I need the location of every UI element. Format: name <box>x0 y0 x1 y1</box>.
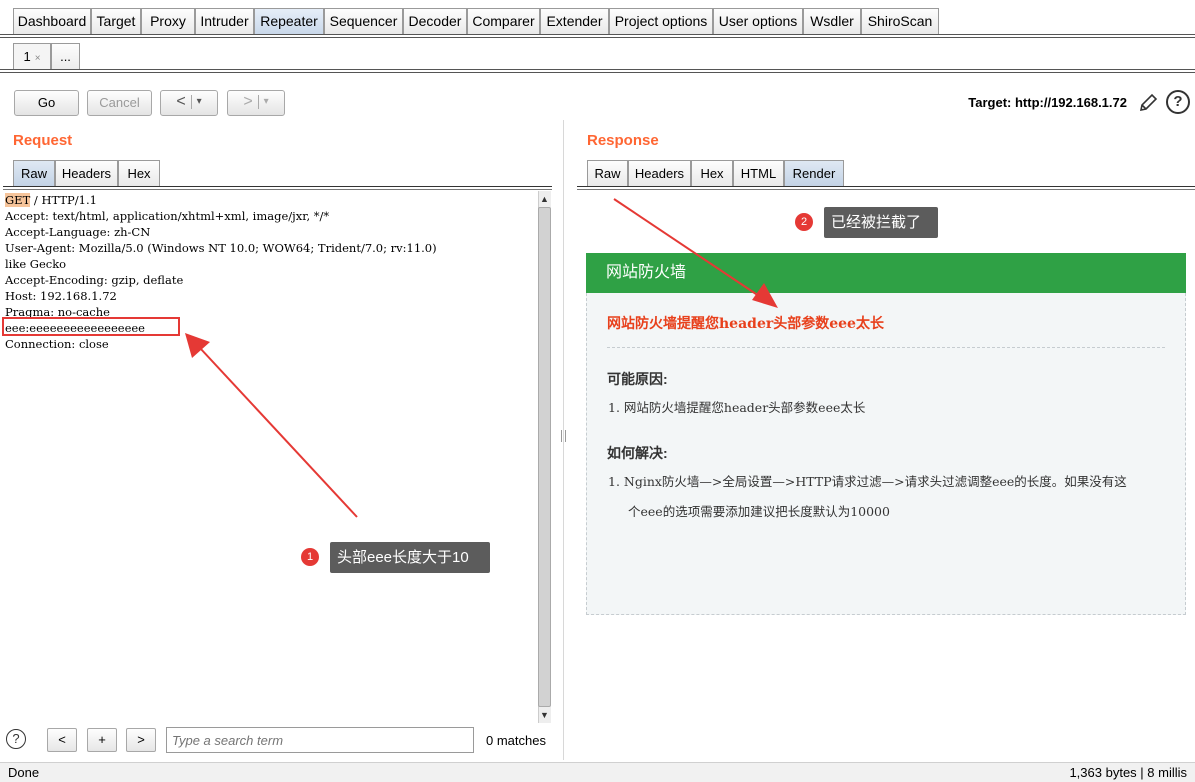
callout-1-text: 头部eee长度大于10 <box>330 542 490 573</box>
help-icon[interactable]: ? <box>6 729 26 749</box>
callout-1-badge: 1 <box>301 548 319 566</box>
arrow-2-head <box>752 283 778 308</box>
search-input[interactable] <box>166 727 474 753</box>
search-next-button[interactable]: > <box>126 728 156 752</box>
match-count: 0 matches <box>486 733 546 748</box>
callout-2-text: 已经被拦截了 <box>824 207 938 238</box>
response-stats: 1,363 bytes | 8 millis <box>1069 765 1187 780</box>
search-prev-button[interactable]: < <box>47 728 77 752</box>
arrow-2-line <box>613 198 763 299</box>
search-add-button[interactable]: + <box>87 728 117 752</box>
annotation-arrows <box>185 198 778 518</box>
callout-2-badge: 2 <box>795 213 813 231</box>
status-bar <box>0 762 1195 782</box>
status-text: Done <box>8 765 40 780</box>
arrow-1-line <box>199 347 358 518</box>
